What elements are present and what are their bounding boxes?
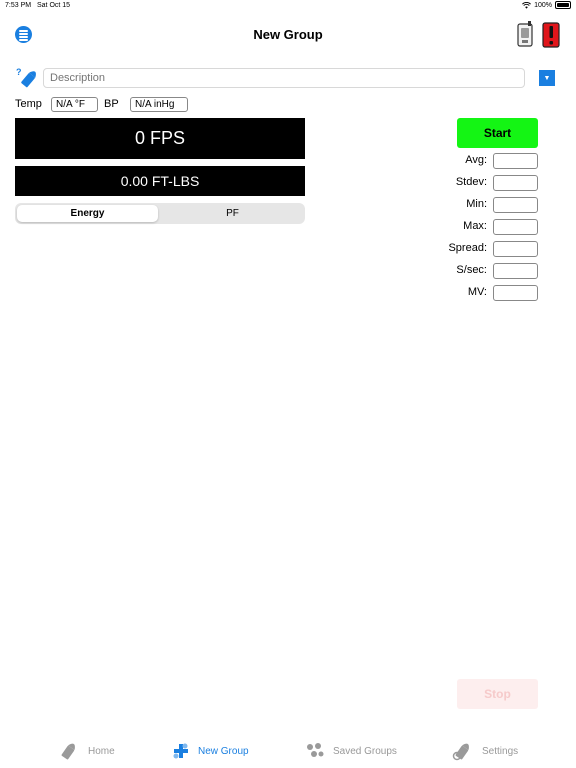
- new-group-icon: [173, 743, 188, 759]
- stat-row-mv: MV:: [430, 285, 540, 302]
- chronograph-icon[interactable]: [515, 20, 535, 48]
- description-dropdown-button[interactable]: ▼: [539, 70, 555, 86]
- tab-new-group[interactable]: New Group: [172, 740, 249, 762]
- segment-energy[interactable]: Energy: [17, 205, 158, 222]
- bullet-help-icon[interactable]: ?: [16, 67, 38, 89]
- description-input[interactable]: [43, 68, 525, 88]
- bullet-icon: [61, 743, 75, 760]
- start-button[interactable]: Start: [457, 118, 538, 148]
- stat-label: S/sec:: [456, 264, 487, 276]
- stat-stdev-field[interactable]: [493, 175, 538, 191]
- stat-label: MV:: [467, 286, 487, 298]
- bp-label: BP: [104, 98, 119, 110]
- warning-icon[interactable]: [541, 20, 561, 48]
- stat-row-min: Min:: [430, 197, 540, 214]
- status-time: 7:53 PM: [5, 2, 32, 9]
- velocity-display: 0 FPS: [15, 118, 305, 159]
- temp-label: Temp: [15, 98, 42, 110]
- temp-field[interactable]: N/A °F: [51, 97, 98, 112]
- stat-min-field[interactable]: [493, 197, 538, 213]
- stat-label: Min:: [466, 198, 487, 210]
- stat-row-avg: Avg:: [430, 153, 540, 170]
- triangle-down-icon: ▼: [543, 75, 551, 82]
- stat-spread-field[interactable]: [493, 241, 538, 257]
- energy-pf-segmented-control: Energy PF: [15, 203, 305, 224]
- tab-label: Home: [88, 745, 115, 757]
- stat-label: Avg:: [465, 154, 487, 166]
- settings-bullet-icon: [452, 743, 469, 761]
- status-date: Sat Oct 15: [37, 2, 71, 9]
- stop-button[interactable]: Stop: [457, 679, 538, 709]
- battery-icon: [555, 1, 571, 9]
- tab-settings[interactable]: Settings: [452, 740, 518, 762]
- wifi-icon: [522, 1, 532, 9]
- svg-text:?: ?: [16, 67, 22, 77]
- status-bar: 7:53 PM Sat Oct 15 100%: [0, 0, 576, 12]
- tab-label: New Group: [198, 745, 249, 757]
- tab-label: Settings: [482, 745, 519, 757]
- tab-saved-groups[interactable]: Saved Groups: [305, 740, 397, 762]
- tab-label: Saved Groups: [333, 745, 397, 757]
- stat-label: Spread:: [448, 242, 487, 254]
- status-right: 100%: [522, 1, 571, 9]
- segment-pf[interactable]: PF: [162, 205, 303, 222]
- stat-row-spread: Spread:: [430, 241, 540, 258]
- stat-avg-field[interactable]: [493, 153, 538, 169]
- stat-mv-field[interactable]: [493, 285, 538, 301]
- energy-display: 0.00 FT-LBS: [15, 166, 305, 196]
- stat-max-field[interactable]: [493, 219, 538, 235]
- battery-percent: 100%: [534, 1, 552, 9]
- stat-label: Max:: [463, 220, 487, 232]
- saved-groups-icon: [307, 743, 324, 757]
- stat-label: Stdev:: [455, 176, 487, 188]
- tab-home[interactable]: Home: [58, 740, 115, 762]
- stat-row-stdev: Stdev:: [430, 175, 540, 192]
- stat-ssec-field[interactable]: [493, 263, 538, 279]
- stat-row-ssec: S/sec:: [430, 263, 540, 280]
- bp-field[interactable]: N/A inHg: [130, 97, 188, 112]
- page-title: New Group: [253, 27, 323, 42]
- stat-row-max: Max:: [430, 219, 540, 236]
